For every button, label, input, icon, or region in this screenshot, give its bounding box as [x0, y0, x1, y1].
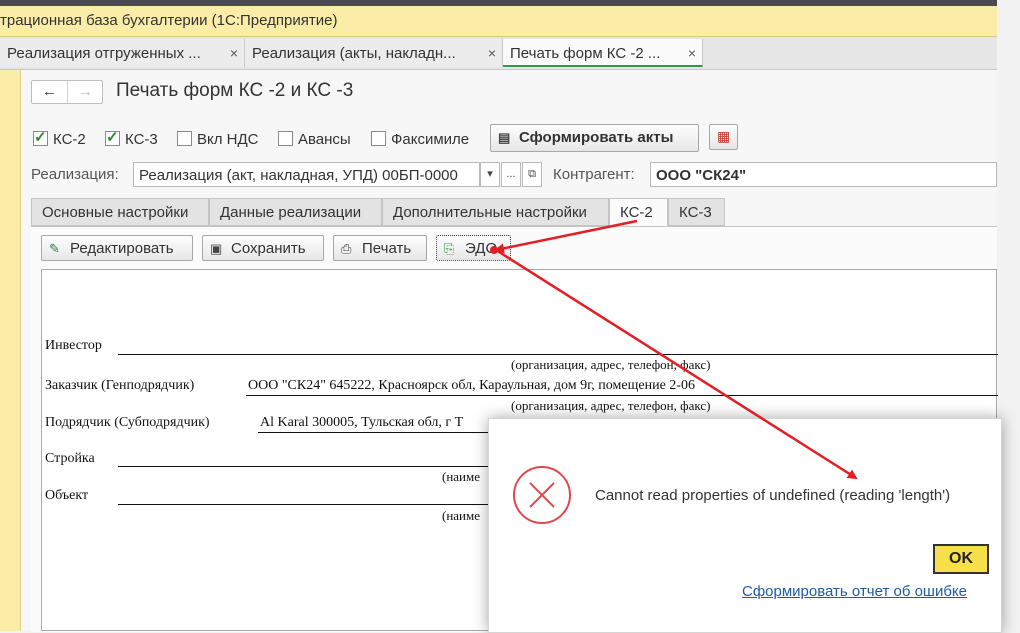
arrow-to-error	[495, 248, 858, 480]
arrow-to-edo-button	[494, 219, 638, 254]
annotation-arrows	[490, 219, 858, 480]
